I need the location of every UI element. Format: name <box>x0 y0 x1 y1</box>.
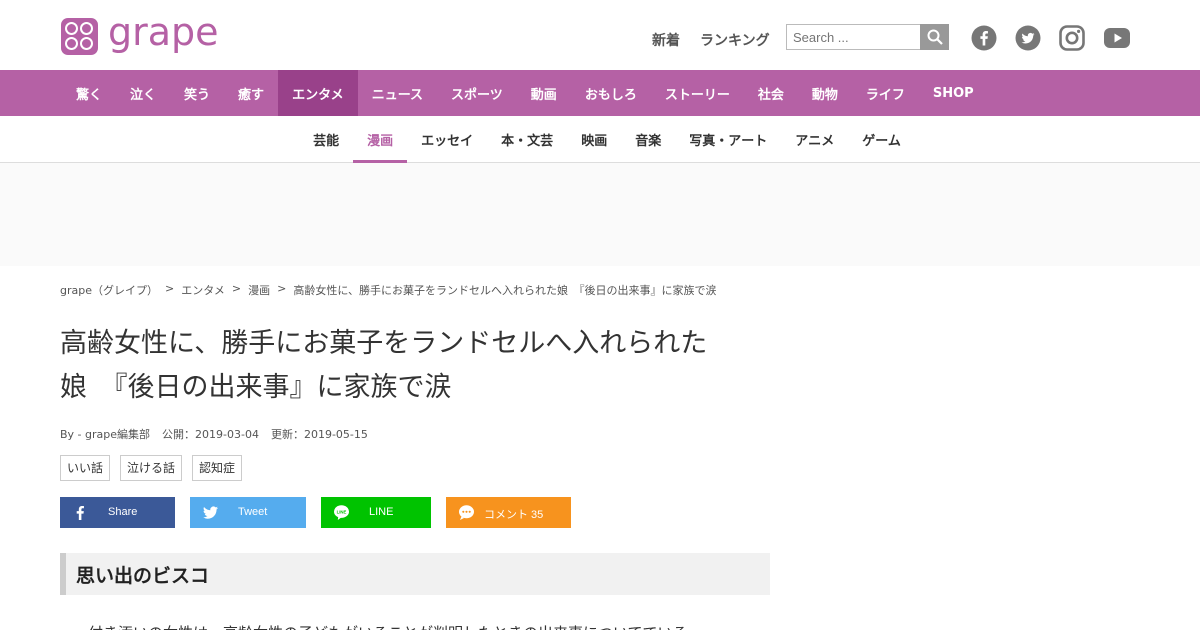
article-title-line2: 娘 『後日の出来事』に家族で涙 <box>60 372 452 403</box>
article-updated: 更新：2019-05-15 <box>270 428 368 441</box>
breadcrumb-separator: > <box>277 282 287 295</box>
nav-item-sports[interactable]: スポーツ <box>437 70 517 116</box>
search-icon <box>927 29 943 45</box>
section-heading: 思い出のビスコ <box>60 553 770 595</box>
tag-touching-story[interactable]: 泣ける話 <box>120 455 183 481</box>
instagram-icon[interactable] <box>1059 25 1085 51</box>
article-title: 高齢女性に、勝手にお菓子をランドセルへ入れられた 娘 『後日の出来事』に家族で涙 <box>60 322 760 410</box>
nav-item-life[interactable]: ライフ <box>852 70 919 116</box>
line-share-label: LINE <box>369 506 394 518</box>
svg-text:LINE: LINE <box>337 509 347 514</box>
nav-item-society[interactable]: 社会 <box>744 70 798 116</box>
twitter-share-button[interactable]: Tweet <box>190 497 306 528</box>
search-box <box>786 24 949 50</box>
site-logo[interactable]: grape <box>61 10 219 56</box>
twitter-share-label: Tweet <box>238 506 268 518</box>
nav-item-entertainment[interactable]: エンタメ <box>278 70 358 116</box>
top-link-ranking[interactable]: ランキング <box>700 30 770 50</box>
tag-dementia[interactable]: 認知症 <box>192 455 243 481</box>
article-author: By - grape編集部 <box>60 428 151 441</box>
comment-bubble-icon <box>459 505 474 520</box>
article-meta: By - grape編集部 公開：2019-03-04 更新：2019-05-1… <box>60 426 368 442</box>
youtube-icon[interactable] <box>1103 25 1131 51</box>
twitter-icon[interactable] <box>1015 25 1041 51</box>
subnav-item-books[interactable]: 本・文芸 <box>487 116 567 162</box>
logo-text: grape <box>108 10 219 54</box>
subnav-item-anime[interactable]: アニメ <box>781 116 848 162</box>
nav-item-story[interactable]: ストーリー <box>651 70 744 116</box>
search-button[interactable] <box>920 24 949 50</box>
breadcrumb-separator: > <box>165 282 175 295</box>
breadcrumb-home[interactable]: grape（グレイプ） <box>60 282 158 298</box>
nav-item-animals[interactable]: 動物 <box>798 70 852 116</box>
nav-item-laugh[interactable]: 笑う <box>170 70 224 116</box>
article-title-line1: 高齢女性に、勝手にお菓子をランドセルへ入れられた <box>60 328 708 359</box>
nav-item-video[interactable]: 動画 <box>517 70 571 116</box>
subnav-item-photo-art[interactable]: 写真・アート <box>675 116 781 162</box>
line-share-button[interactable]: LINE LINE <box>321 497 431 528</box>
top-link-new[interactable]: 新着 <box>652 30 680 50</box>
breadcrumb-current: 高齢女性に、勝手にお菓子をランドセルへ入れられた娘 『後日の出来事』に家族で涙 <box>293 284 717 297</box>
subnav-item-essay[interactable]: エッセイ <box>407 116 487 162</box>
logo-mark-icon <box>61 17 98 55</box>
comment-button[interactable]: コメント 35 <box>446 497 571 528</box>
breadcrumb: grape（グレイプ） > エンタメ > 漫画 > 高齢女性に、勝手にお菓子をラ… <box>60 282 717 298</box>
nav-item-news[interactable]: ニュース <box>358 70 437 116</box>
twitter-icon <box>203 506 218 519</box>
nav-item-cry[interactable]: 泣く <box>116 70 170 116</box>
article-tags: いい話 泣ける話 認知症 <box>60 455 243 481</box>
ad-space <box>0 163 1200 266</box>
subnav-item-music[interactable]: 音楽 <box>621 116 675 162</box>
subnav-item-movies[interactable]: 映画 <box>567 116 621 162</box>
subnav-item-games[interactable]: ゲーム <box>848 116 915 162</box>
facebook-icon[interactable] <box>971 25 997 51</box>
facebook-icon <box>76 505 84 520</box>
nav-item-surprise[interactable]: 驚く <box>62 70 116 116</box>
breadcrumb-entertainment[interactable]: エンタメ <box>181 282 225 298</box>
sub-nav: 芸能 漫画 エッセイ 本・文芸 映画 音楽 写真・アート アニメ ゲーム <box>0 116 1200 163</box>
article-body-text: 付き添いの女性は、高齢女性の子どもがいることが判明したときの出来事についてでいる <box>88 622 768 630</box>
facebook-share-label: Share <box>108 506 138 518</box>
breadcrumb-separator: > <box>231 282 242 295</box>
site-header: grape 新着 ランキング <box>0 0 1200 70</box>
nav-item-shop[interactable]: SHOP <box>919 70 988 116</box>
tag-good-story[interactable]: いい話 <box>60 455 111 481</box>
facebook-share-button[interactable]: Share <box>60 497 175 528</box>
subnav-item-manga[interactable]: 漫画 <box>353 116 408 163</box>
search-input[interactable] <box>786 24 920 50</box>
article-published: 公開：2019-03-04 <box>162 428 259 441</box>
breadcrumb-manga[interactable]: 漫画 <box>248 282 270 298</box>
main-nav: 驚く 泣く 笑う 癒す エンタメ ニュース スポーツ 動画 おもしろ ストーリー… <box>0 70 1200 116</box>
top-links: 新着 ランキング <box>652 30 770 50</box>
nav-item-funny[interactable]: おもしろ <box>571 70 651 116</box>
comment-count-label: コメント 35 <box>484 509 544 521</box>
subnav-item-geinou[interactable]: 芸能 <box>299 116 353 162</box>
line-icon: LINE <box>334 505 349 520</box>
nav-item-heal[interactable]: 癒す <box>224 70 278 116</box>
